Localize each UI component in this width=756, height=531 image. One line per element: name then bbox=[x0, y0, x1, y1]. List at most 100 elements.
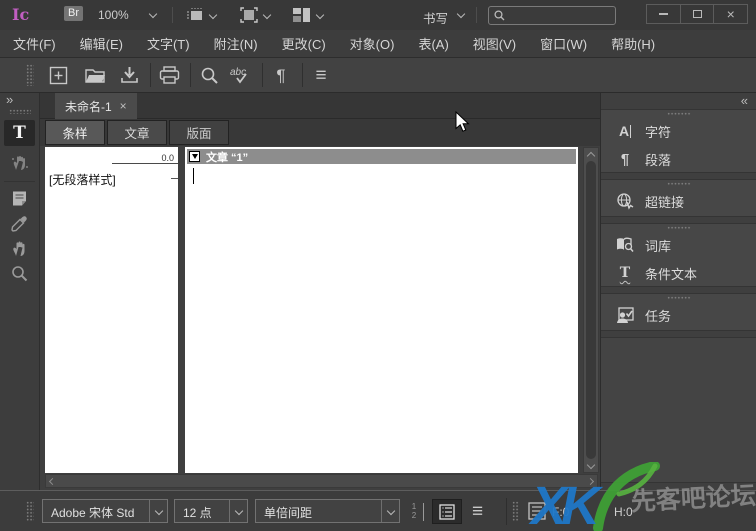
incopy-window: Ic Br 100% 书写 × 文件(F) 编辑(E) 文字(T) 附注(N) … bbox=[0, 0, 756, 531]
line-numbers-icon[interactable]: 1 2 bbox=[408, 502, 424, 521]
font-family-dropdown[interactable]: Adobe 宋体 Std bbox=[42, 499, 168, 523]
assignments-group: 任务 bbox=[601, 293, 756, 331]
dropdown-arrow[interactable] bbox=[149, 500, 167, 522]
zoom-dropdown-chevron-icon[interactable] bbox=[148, 9, 158, 19]
expand-tools-chevron-icon[interactable]: » bbox=[6, 93, 13, 106]
bridge-button[interactable]: Br bbox=[64, 6, 83, 21]
bottombar-drag-handle[interactable] bbox=[26, 501, 34, 521]
document-tab-bar: 未命名-1 × bbox=[40, 93, 600, 119]
position-tool[interactable] bbox=[4, 150, 35, 176]
hand-tool-icon bbox=[13, 240, 25, 256]
zoom-level-value[interactable]: 100% bbox=[98, 8, 129, 22]
view-options-dropdown[interactable] bbox=[186, 6, 218, 24]
menu-file[interactable]: 文件(F) bbox=[13, 34, 56, 53]
minimize-button[interactable] bbox=[647, 5, 680, 23]
titlebar-separator bbox=[172, 7, 173, 23]
menu-view[interactable]: 视图(V) bbox=[473, 34, 516, 53]
scroll-up-button[interactable] bbox=[584, 148, 598, 160]
workspace-chevron-icon[interactable] bbox=[456, 9, 466, 19]
story-editor[interactable]: 文章 “1” bbox=[185, 147, 578, 473]
panel-conditional-text[interactable]: T 条件文本 bbox=[601, 260, 756, 286]
new-document-icon bbox=[49, 66, 67, 84]
print-button[interactable] bbox=[157, 63, 181, 87]
tab-galley-view[interactable]: 条样 bbox=[45, 120, 105, 145]
note-tool[interactable] bbox=[4, 185, 35, 211]
eyedropper-tool[interactable] bbox=[4, 210, 35, 236]
tab-layout-view[interactable]: 版面 bbox=[169, 120, 229, 145]
screen-mode-dropdown[interactable] bbox=[240, 6, 272, 24]
search-input[interactable] bbox=[509, 9, 609, 22]
chevron-down-icon bbox=[386, 506, 395, 516]
panel-menu-icon[interactable]: ≡ bbox=[472, 501, 483, 523]
panel-hyperlinks[interactable]: 超链接 bbox=[601, 188, 756, 214]
vertical-scrollbar[interactable] bbox=[583, 147, 599, 473]
text-formatting-bar: Adobe 宋体 Std 12 点 单倍间距 1 2 ≡ F:0 H:0 bbox=[0, 490, 756, 531]
show-hidden-characters-button[interactable]: ¶ bbox=[269, 63, 293, 87]
minimize-icon bbox=[658, 13, 668, 15]
maximize-button[interactable] bbox=[679, 5, 714, 23]
menu-help[interactable]: 帮助(H) bbox=[611, 34, 655, 53]
tab-story-view[interactable]: 文章 bbox=[107, 120, 167, 145]
font-size-value: 12 点 bbox=[183, 506, 212, 520]
save-button[interactable] bbox=[117, 63, 141, 87]
panel-group-drag-handle[interactable] bbox=[667, 296, 691, 300]
type-tool[interactable]: T bbox=[4, 120, 35, 146]
zoom-tool[interactable] bbox=[4, 260, 35, 286]
panel-group-drag-handle[interactable] bbox=[667, 182, 691, 186]
font-size-dropdown[interactable]: 12 点 bbox=[174, 499, 248, 523]
panel-group-drag-handle[interactable] bbox=[667, 112, 691, 116]
tab-story-label: 文章 bbox=[124, 127, 150, 141]
panel-thesaurus[interactable]: 词库 bbox=[601, 232, 756, 258]
menu-changes[interactable]: 更改(C) bbox=[282, 34, 326, 53]
tools-drag-handle[interactable] bbox=[9, 109, 31, 114]
menu-table[interactable]: 表(A) bbox=[418, 34, 448, 53]
text-menu-button[interactable]: ≡ bbox=[309, 63, 333, 87]
chevron-down-icon bbox=[234, 506, 243, 516]
panel-group-drag-handle[interactable] bbox=[667, 226, 691, 230]
close-tab-icon[interactable]: × bbox=[120, 100, 127, 112]
info-column-toggle-button[interactable] bbox=[432, 499, 462, 524]
hand-tool[interactable] bbox=[4, 235, 35, 261]
panel-paragraph[interactable]: ¶ 段落 bbox=[601, 146, 756, 172]
panel-character[interactable]: A 字符 bbox=[601, 118, 756, 144]
open-button[interactable] bbox=[83, 63, 107, 87]
panel-assignments[interactable]: 任务 bbox=[601, 302, 756, 328]
horizontal-scrollbar[interactable] bbox=[45, 474, 598, 488]
collapse-dock-chevron-icon[interactable]: « bbox=[741, 94, 748, 107]
eyedropper-icon bbox=[11, 215, 27, 232]
leading-dropdown[interactable]: 单倍间距 bbox=[255, 499, 400, 523]
toolbar-drag-handle[interactable] bbox=[26, 64, 34, 86]
scroll-down-button[interactable] bbox=[584, 460, 598, 472]
toolbar-separator bbox=[150, 63, 151, 87]
menu-edit[interactable]: 编辑(E) bbox=[80, 34, 123, 53]
dropdown-arrow[interactable] bbox=[381, 500, 399, 522]
collapse-story-button[interactable] bbox=[189, 151, 200, 162]
workspace: » T 未命名-1 × 条样 文章 版面 0.0 [无段落样式] 文章 “1” … bbox=[0, 93, 756, 490]
search-box[interactable] bbox=[488, 6, 616, 25]
spellcheck-button[interactable]: abc bbox=[229, 63, 253, 87]
hamburger-icon: ≡ bbox=[315, 64, 327, 86]
story-header-bar[interactable]: 文章 “1” bbox=[187, 149, 576, 164]
close-button[interactable]: × bbox=[713, 5, 747, 23]
save-icon bbox=[120, 67, 138, 83]
workspace-switcher[interactable]: 书写 bbox=[423, 8, 448, 27]
dropdown-arrow[interactable] bbox=[229, 500, 247, 522]
paragraph-style-label[interactable]: [无段落样式] bbox=[49, 171, 116, 188]
menu-type[interactable]: 文字(T) bbox=[147, 34, 190, 53]
type-tool-icon: T bbox=[13, 123, 26, 143]
chevron-left-icon[interactable] bbox=[48, 477, 57, 486]
chevron-right-icon[interactable] bbox=[586, 477, 595, 486]
depth-tick bbox=[171, 178, 178, 179]
vertical-scrollbar-thumb[interactable] bbox=[586, 161, 596, 459]
tools-panel: » T bbox=[0, 93, 40, 490]
arrange-documents-dropdown[interactable] bbox=[292, 6, 325, 24]
find-change-button[interactable] bbox=[197, 63, 221, 87]
menu-window[interactable]: 窗口(W) bbox=[540, 34, 587, 53]
character-icon: A bbox=[618, 123, 632, 139]
document-tab[interactable]: 未命名-1 × bbox=[55, 93, 137, 119]
tab-galley-label: 条样 bbox=[62, 127, 88, 141]
menu-object[interactable]: 对象(O) bbox=[350, 34, 395, 53]
copyfit-drag-handle[interactable] bbox=[512, 501, 519, 521]
menu-notes[interactable]: 附注(N) bbox=[214, 34, 258, 53]
new-document-button[interactable] bbox=[46, 63, 70, 87]
